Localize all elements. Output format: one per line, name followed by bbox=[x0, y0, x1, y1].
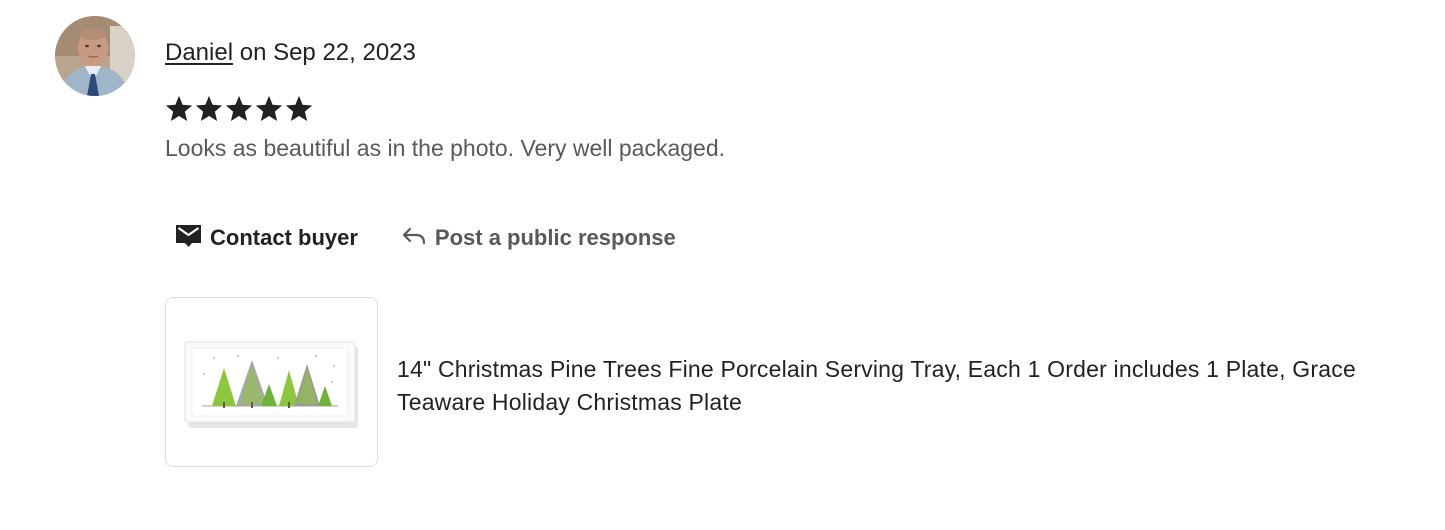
product-image bbox=[166, 298, 377, 466]
reply-arrow-icon bbox=[401, 223, 427, 253]
product-title-link[interactable]: 14" Christmas Pine Trees Fine Porcelain … bbox=[397, 353, 1407, 419]
review-header: Daniel on Sep 22, 2023 bbox=[165, 38, 416, 68]
star-icon bbox=[195, 95, 223, 121]
review-text: Looks as beautiful as in the photo. Very… bbox=[165, 135, 726, 161]
avatar-photo bbox=[55, 16, 135, 96]
product-thumbnail[interactable] bbox=[165, 297, 378, 467]
contact-buyer-button[interactable]: Contact buyer bbox=[175, 223, 358, 254]
review-actions: Contact buyer Post a public response bbox=[175, 220, 676, 256]
contact-buyer-label: Contact buyer bbox=[210, 225, 358, 250]
star-icon bbox=[285, 95, 313, 121]
envelope-icon bbox=[175, 223, 202, 254]
review-date: on Sep 22, 2023 bbox=[233, 39, 416, 66]
star-icon bbox=[225, 95, 253, 121]
post-public-response-label: Post a public response bbox=[434, 225, 676, 250]
star-icon bbox=[165, 95, 193, 121]
reviewer-avatar[interactable] bbox=[55, 16, 135, 96]
reviewer-name-link[interactable]: Daniel bbox=[165, 39, 233, 66]
post-public-response-button[interactable]: Post a public response bbox=[401, 223, 676, 253]
star-rating bbox=[164, 93, 314, 125]
star-icon bbox=[255, 95, 283, 121]
